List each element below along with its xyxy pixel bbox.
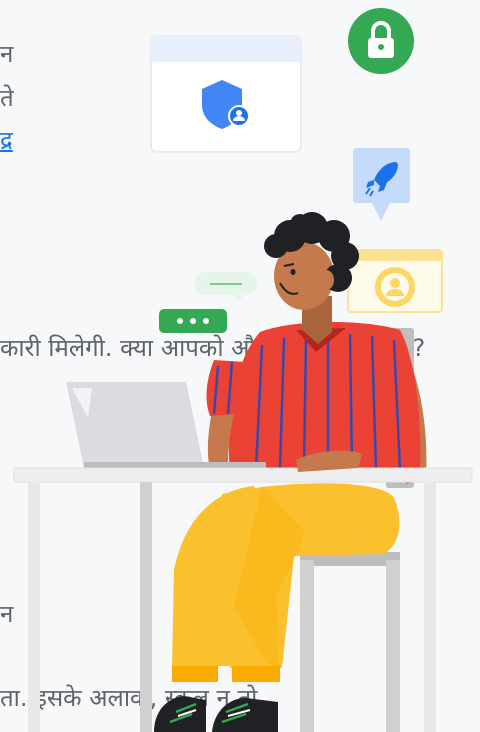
legs [172, 483, 400, 682]
person-at-laptop-illustration [13, 8, 473, 732]
user-circle-icon [375, 267, 415, 307]
rocket-icon [353, 148, 410, 221]
chat-line-icon [194, 272, 257, 302]
lock-icon [348, 8, 414, 74]
browser-card [150, 35, 302, 153]
chat-dots-icon [159, 309, 227, 333]
user-card [347, 249, 443, 313]
shoes [154, 696, 278, 732]
